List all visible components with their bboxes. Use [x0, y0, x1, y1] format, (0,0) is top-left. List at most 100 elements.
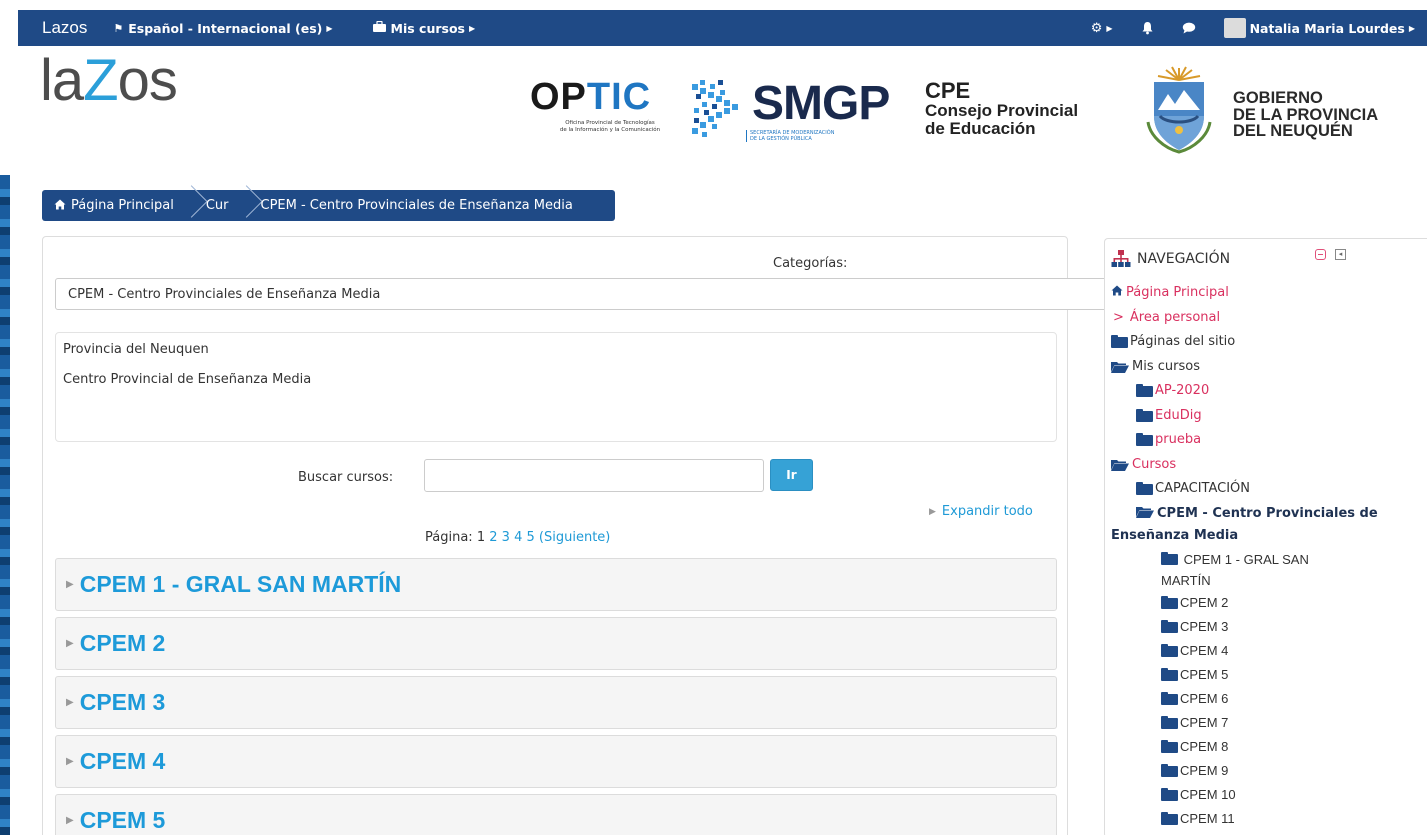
nav-item-course[interactable]: CPEM 1 - GRAL SAN MARTÍN [1111, 549, 1361, 591]
course-row[interactable]: ▶ CPEM 5 [55, 794, 1057, 835]
site-brand-link[interactable]: Lazos [42, 18, 87, 38]
logo-text-os: os [117, 48, 178, 113]
folder-icon [1136, 482, 1153, 495]
briefcase-icon [372, 20, 386, 35]
description-line: Centro Provincial de Enseñanza Media [63, 372, 312, 387]
my-courses-menu[interactable]: Mis cursos ▶ [372, 20, 475, 36]
nav-item-personal-area[interactable]: > Área personal [1111, 306, 1421, 331]
nav-item-label: CPEM 1 - GRAL SAN MARTÍN [1161, 551, 1309, 588]
nav-item-label: CPEM 5 [1180, 666, 1229, 682]
home-icon [54, 199, 66, 213]
nav-item-course[interactable]: CPEM 9 [1111, 759, 1421, 783]
language-menu[interactable]: ⚑ Español - Internacional (es) ▶ [113, 21, 332, 36]
home-icon [1111, 281, 1123, 306]
course-title-link[interactable]: CPEM 4 [80, 748, 166, 775]
notifications-button[interactable] [1141, 21, 1154, 35]
page-link[interactable]: 4 [514, 530, 522, 545]
chat-bubble-icon [1182, 22, 1195, 34]
settings-menu[interactable]: ⚙ ▶ [1091, 21, 1113, 36]
course-title-link[interactable]: CPEM 3 [80, 689, 166, 716]
nav-item-site-pages[interactable]: Páginas del sitio [1111, 330, 1421, 355]
cpe-line-1: Consejo Provincial [925, 101, 1079, 121]
nav-item-course[interactable]: CPEM 8 [1111, 735, 1421, 759]
search-courses-label: Buscar cursos: [298, 470, 394, 485]
nav-item-label: CPEM 10 [1180, 786, 1236, 802]
search-go-button[interactable]: Ir [770, 459, 813, 491]
page-link[interactable]: 2 [489, 530, 497, 545]
nav-item-courses[interactable]: Cursos [1111, 453, 1421, 478]
nav-item-label: CPEM 8 [1180, 738, 1229, 754]
caret-right-icon: ▶ [1106, 23, 1113, 33]
nav-item-home[interactable]: Página Principal [1111, 281, 1421, 306]
breadcrumb-home[interactable]: Página Principal [42, 190, 188, 221]
course-title-link[interactable]: CPEM 1 - GRAL SAN MARTÍN [80, 571, 402, 598]
user-menu[interactable]: Natalia Maria Lourdes ▶ [1223, 18, 1415, 38]
nav-item-course[interactable]: CPEM 6 [1111, 687, 1421, 711]
course-row[interactable]: ▶ CPEM 3 [55, 676, 1057, 729]
nav-item-course[interactable]: CPEM 2 [1111, 591, 1421, 615]
folder-icon [1161, 715, 1178, 729]
nav-item-label: Área personal [1129, 309, 1221, 325]
triangle-right-icon: ▶ [66, 756, 74, 767]
cpe-logo: CPE Consejo Provincial de Educación [925, 79, 1079, 137]
avatar [1223, 18, 1246, 38]
folder-icon [1161, 619, 1178, 633]
logo-text-la: la [40, 48, 84, 113]
course-title-link[interactable]: CPEM 2 [80, 630, 166, 657]
nav-item-label: CPEM 2 [1180, 594, 1229, 610]
caret-right-icon: ▶ [326, 23, 333, 33]
smgp-text: SMGP [752, 77, 890, 130]
nav-item-course[interactable]: CPEM 4 [1111, 639, 1421, 663]
nav-item-course[interactable]: prueba [1111, 428, 1421, 453]
folder-icon [1136, 433, 1153, 446]
pixel-arrow-icon [692, 80, 738, 137]
page-link[interactable]: 5 [527, 530, 535, 545]
category-select[interactable]: CPEM - Centro Provinciales de Enseñanza … [55, 278, 1179, 310]
caret-right-icon: ▶ [1408, 23, 1415, 33]
triangle-right-icon: ▶ [929, 506, 936, 517]
folder-icon [1161, 763, 1178, 777]
course-title-link[interactable]: CPEM 5 [80, 807, 166, 834]
breadcrumb-current[interactable]: CPEM - Centro Provinciales de Enseñanza … [243, 190, 587, 221]
expand-all-label: Expandir todo [941, 504, 1033, 519]
nav-item-my-courses[interactable]: Mis cursos [1111, 355, 1421, 380]
dock-block-icon[interactable]: ◂ [1335, 249, 1346, 260]
course-row[interactable]: ▶ CPEM 4 [55, 735, 1057, 788]
nav-item-capacitacion[interactable]: CAPACITACIÓN [1111, 477, 1421, 502]
optic-tic-text: TIC [586, 76, 652, 118]
nav-item-cpem-category[interactable]: CPEM - Centro Provinciales de Enseñanza … [1111, 503, 1421, 547]
folder-open-icon [1111, 459, 1129, 471]
nav-item-course[interactable]: CPEM 11 [1111, 807, 1421, 831]
course-row[interactable]: ▶ CPEM 1 - GRAL SAN MARTÍN [55, 558, 1057, 611]
nav-item-course[interactable]: AP-2020 [1111, 379, 1421, 404]
nav-item-course[interactable]: CPEM 5 [1111, 663, 1421, 687]
nav-item-label: Mis cursos [1132, 358, 1200, 374]
category-description: Provincia del Neuquen Centro Provincial … [55, 332, 1057, 442]
lazos-logo[interactable]: laZos [40, 52, 178, 110]
folder-icon [1161, 811, 1178, 825]
messages-button[interactable] [1182, 22, 1196, 34]
nav-item-label: CAPACITACIÓN [1155, 481, 1251, 496]
triangle-right-icon: ▶ [66, 638, 74, 649]
neuquen-government-logo: GOBIERNO DE LA PROVINCIA DEL NEUQUÉN [1140, 66, 1420, 156]
smgp-subtitle-2: DE LA GESTIÓN PÚBLICA [750, 136, 812, 142]
nav-item-course[interactable]: CPEM 3 [1111, 615, 1421, 639]
folder-icon [1161, 787, 1178, 801]
nav-item-course[interactable]: CPEM 7 [1111, 711, 1421, 735]
government-line-2: DE LA PROVINCIA [1233, 105, 1379, 124]
nav-item-label: CPEM 4 [1180, 642, 1229, 658]
navigation-tree: Página Principal > Área personal Páginas… [1111, 281, 1421, 831]
expand-all-link[interactable]: ▶ Expandir todo [929, 504, 1033, 519]
optic-op-text: OP [530, 76, 587, 118]
folder-icon [1161, 551, 1178, 565]
breadcrumb-home-label: Página Principal [71, 198, 174, 213]
page-next-link[interactable]: (Siguiente) [539, 530, 610, 545]
page-link[interactable]: 3 [502, 530, 510, 545]
collapse-block-icon[interactable] [1315, 249, 1326, 260]
navigation-title: NAVEGACIÓN [1137, 251, 1231, 267]
nav-item-course[interactable]: CPEM 10 [1111, 783, 1421, 807]
navigation-block: NAVEGACIÓN ◂ Página Principal > Área per… [1104, 238, 1427, 835]
course-row[interactable]: ▶ CPEM 2 [55, 617, 1057, 670]
search-courses-input[interactable] [424, 459, 764, 492]
nav-item-course[interactable]: EduDig [1111, 404, 1421, 429]
